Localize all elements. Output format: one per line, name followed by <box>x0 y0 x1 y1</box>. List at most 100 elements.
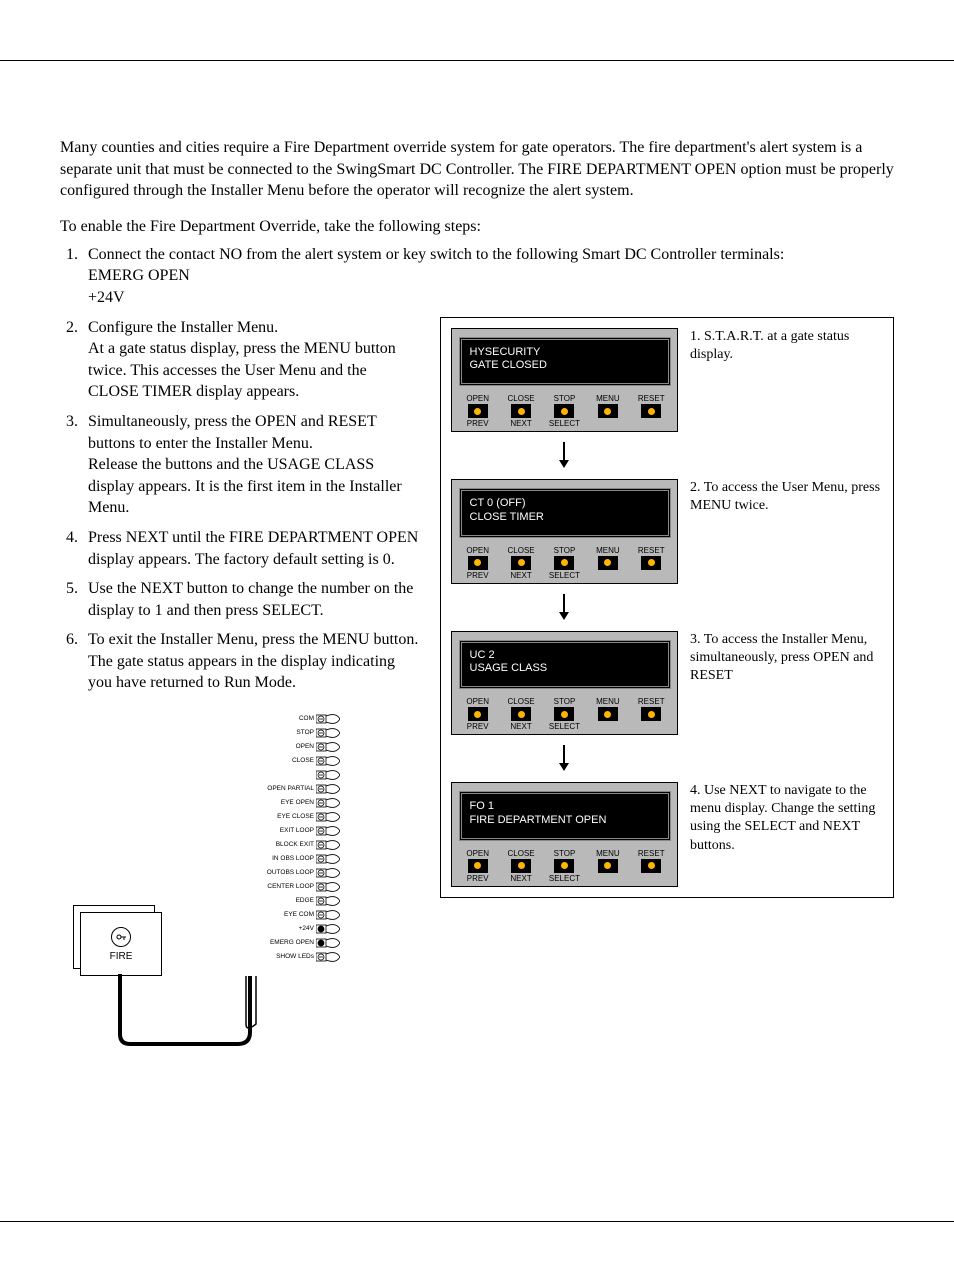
panel-button[interactable]: RESET <box>631 697 671 732</box>
panel-button[interactable]: CLOSENEXT <box>501 697 541 732</box>
panel-button[interactable]: RESET <box>631 849 671 884</box>
lcd-line1: HYSECURITY <box>470 346 660 360</box>
button-bottom-label: PREV <box>467 419 489 429</box>
terminal-row: CLOSE <box>230 754 340 768</box>
step-2: Configure the Installer Menu. At a gate … <box>82 317 420 403</box>
button-top-label: MENU <box>596 849 620 858</box>
terminal-row: EXIT LOOP <box>230 824 340 838</box>
panel-button[interactable]: STOPSELECT <box>544 394 584 429</box>
panel-button[interactable]: OPENPREV <box>458 697 498 732</box>
panel-button[interactable]: MENU <box>588 697 628 732</box>
lcd-display: FO 1FIRE DEPARTMENT OPEN <box>459 791 671 841</box>
terminal-screw-icon <box>316 741 340 753</box>
terminal-label: STOP <box>230 730 316 737</box>
panel-row: HYSECURITYGATE CLOSEDOPENPREVCLOSENEXTST… <box>445 322 889 439</box>
terminal-label: EYE CLOSE <box>230 814 316 821</box>
wiring-diagram: FIRE COMSTOPOPENCLOSEOPEN PARTIALEYE OPE… <box>60 712 340 1052</box>
button-bottom-label: SELECT <box>549 722 580 732</box>
key-icon <box>111 927 131 947</box>
lcd-line2: USAGE CLASS <box>470 662 660 676</box>
button-icon <box>511 707 531 721</box>
terminal-label: CLOSE <box>230 758 316 765</box>
terminal-row: COM <box>230 712 340 726</box>
button-icon <box>468 707 488 721</box>
panel-button[interactable]: MENU <box>588 546 628 581</box>
panel-button[interactable]: OPENPREV <box>458 546 498 581</box>
terminal-screw-icon <box>316 713 340 725</box>
controller-panel: HYSECURITYGATE CLOSEDOPENPREVCLOSENEXTST… <box>451 328 678 433</box>
terminal-row: EMERG OPEN <box>230 936 340 950</box>
button-icon <box>554 707 574 721</box>
button-top-label: OPEN <box>466 849 489 858</box>
lcd-display: UC 2USAGE CLASS <box>459 640 671 690</box>
button-top-label: STOP <box>554 394 576 403</box>
terminal-row: OUTOBS LOOP <box>230 866 340 880</box>
panel-button[interactable]: STOPSELECT <box>544 849 584 884</box>
button-top-label: RESET <box>638 546 665 555</box>
panel-button[interactable]: OPEN PREV <box>458 394 498 429</box>
button-icon <box>554 404 574 418</box>
fire-switch-box: FIRE <box>80 912 162 976</box>
panel-button[interactable]: RESET <box>631 394 671 429</box>
terminal-screw-icon <box>316 937 340 949</box>
button-bottom-label: NEXT <box>510 571 531 581</box>
button-bottom-label: PREV <box>467 722 489 732</box>
panel-button[interactable]: MENU <box>588 849 628 884</box>
arrow-down-icon <box>445 594 682 623</box>
button-icon <box>598 707 618 721</box>
button-top-label: OPEN <box>466 546 489 555</box>
terminal-screw-icon <box>316 783 340 795</box>
button-icon <box>468 404 488 418</box>
terminal-screw-icon <box>316 909 340 921</box>
step-3: Simultaneously, press the OPEN and RESET… <box>82 411 420 519</box>
panel-button[interactable]: RESET <box>631 546 671 581</box>
panel-row: CT 0 (OFF)CLOSE TIMER OPENPREVCLOSENEXTST… <box>445 473 889 590</box>
panel-button[interactable]: STOPSELECT <box>544 697 584 732</box>
panel-button[interactable]: CLOSENEXT <box>501 394 541 429</box>
terminal-label: EYE COM <box>230 912 316 919</box>
terminal-row: IN OBS LOOP <box>230 852 340 866</box>
terminal-screw-icon <box>316 755 340 767</box>
button-row: OPEN PREV CLOSENEXTSTOPSELECTMENU RESET <box>452 392 677 431</box>
panel-button[interactable]: CLOSENEXT <box>501 849 541 884</box>
terminal-screw-icon <box>316 853 340 865</box>
lcd-line2: FIRE DEPARTMENT OPEN <box>470 814 660 828</box>
lcd-display: CT 0 (OFF)CLOSE TIMER <box>459 488 671 538</box>
panel-button[interactable]: OPENPREV <box>458 849 498 884</box>
terminal-row: STOP <box>230 726 340 740</box>
terminal-row: EYE OPEN <box>230 796 340 810</box>
lcd-display: HYSECURITYGATE CLOSED <box>459 337 671 387</box>
terminal-row: EDGE <box>230 894 340 908</box>
terminal-screw-icon <box>316 867 340 879</box>
arrow-down-icon <box>445 745 682 774</box>
button-top-label: RESET <box>638 394 665 403</box>
step-list: Connect the contact NO from the alert sy… <box>82 244 894 309</box>
terminal-label: COM <box>230 716 316 723</box>
panel-button[interactable]: MENU <box>588 394 628 429</box>
button-icon <box>511 556 531 570</box>
terminal-row: +24V <box>230 922 340 936</box>
lcd-line1: UC 2 <box>470 649 660 663</box>
panel-button[interactable]: CLOSENEXT <box>501 546 541 581</box>
panel-description: 4. Use NEXT to navigate to the menu disp… <box>684 776 889 861</box>
lcd-line1: FO 1 <box>470 800 660 814</box>
terminal-label: +24V <box>230 926 316 933</box>
cable <box>118 974 258 1046</box>
lcd-line1: CT 0 (OFF) <box>470 497 660 511</box>
button-bottom-label: NEXT <box>510 874 531 884</box>
button-top-label: CLOSE <box>508 394 535 403</box>
button-icon <box>511 404 531 418</box>
button-icon <box>598 556 618 570</box>
panel-button[interactable]: STOPSELECT <box>544 546 584 581</box>
button-top-label: OPEN <box>466 394 489 403</box>
step-5: Use the NEXT button to change the number… <box>82 578 420 621</box>
terminal-row <box>230 768 340 782</box>
button-icon <box>641 707 661 721</box>
button-icon <box>554 556 574 570</box>
terminal-label: EXIT LOOP <box>230 828 316 835</box>
panel-row: FO 1FIRE DEPARTMENT OPEN OPENPREVCLOSENEX… <box>445 776 889 893</box>
controller-panels: HYSECURITYGATE CLOSEDOPENPREVCLOSENEXTST… <box>440 317 894 898</box>
terminal-label: OPEN PARTIAL <box>230 786 316 793</box>
terminal-label: SHOW LEDs <box>230 954 316 961</box>
terminal-row: CENTER LOOP <box>230 880 340 894</box>
